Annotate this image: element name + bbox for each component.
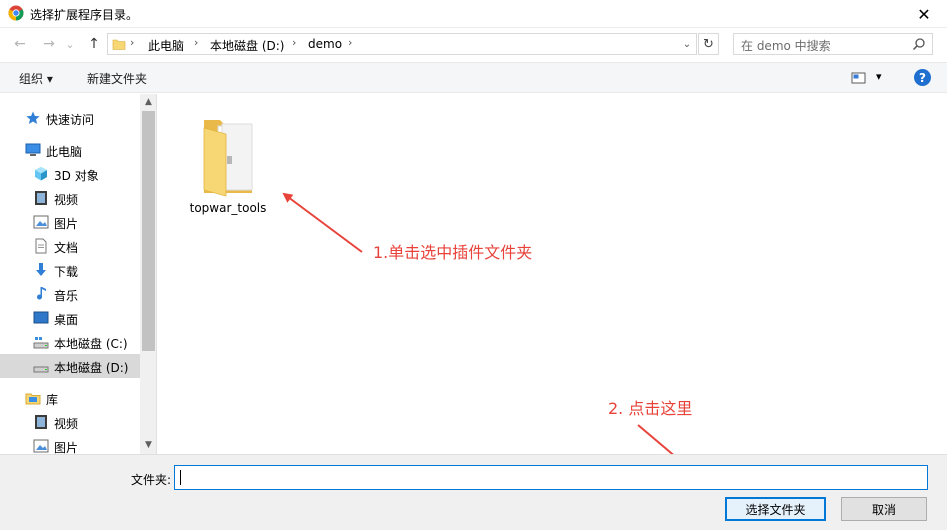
sidebar-item-label: 本地磁盘 (D:) [54, 361, 129, 375]
breadcrumb-drive-d[interactable]: 本地磁盘 (D:) [210, 37, 284, 54]
refresh-button[interactable]: ↻ [698, 33, 719, 55]
sidebar-item[interactable]: 文档 [0, 234, 140, 258]
forward-button[interactable]: → [40, 36, 58, 52]
download-icon [36, 263, 46, 276]
sidebar-item-label: 库 [46, 393, 59, 407]
sidebar-item[interactable]: 桌面 [0, 306, 140, 330]
sidebar-item[interactable]: 音乐 [0, 282, 140, 306]
sidebar-item-label: 图片 [54, 441, 79, 454]
picture-icon [33, 215, 49, 229]
sidebar-item[interactable]: 视频 [0, 186, 140, 210]
organize-menu[interactable]: 组织 ▾ [19, 70, 53, 87]
breadcrumb-separator: › [348, 36, 353, 49]
sidebar-item[interactable]: 本地磁盘 (C:) [0, 330, 140, 354]
star-icon [26, 111, 40, 124]
address-bar[interactable]: › 此电脑 › 本地磁盘 (D:) › demo › ⌄ [107, 33, 697, 55]
scroll-up-button[interactable]: ▲ [140, 94, 156, 110]
sidebar-item[interactable]: 图片 [0, 210, 140, 234]
help-button[interactable]: ? [914, 69, 931, 86]
sidebar-item[interactable]: 图片 [0, 434, 140, 454]
annotation-step-1: 1.单击选中插件文件夹 [373, 243, 533, 262]
address-row: ← → ⌄ ↑ › 此电脑 › 本地磁盘 (D:) › demo › ⌄ ↻ 在… [0, 29, 947, 59]
sidebar-item-label: 本地磁盘 (C:) [54, 337, 128, 351]
cancel-button[interactable]: 取消 [841, 497, 927, 521]
back-button[interactable]: ← [11, 36, 29, 52]
folder-icon [203, 120, 253, 197]
folder-icon [112, 39, 126, 50]
nav-scrollbar[interactable]: ▲ ▼ [140, 94, 156, 454]
sidebar-item-label: 3D 对象 [54, 169, 99, 183]
sidebar-item-label: 桌面 [54, 313, 79, 327]
sidebar-item[interactable]: 此电脑 [0, 138, 140, 162]
sidebar-item[interactable]: 快速访问 [0, 106, 140, 130]
title-bar: 选择扩展程序目录。 ✕ [0, 0, 947, 28]
sidebar-item-label: 此电脑 [46, 145, 83, 159]
address-dropdown-button[interactable]: ⌄ [680, 36, 694, 52]
dialog-footer: 文件夹: 选择文件夹 取消 [0, 454, 947, 530]
document-icon [35, 238, 47, 254]
sidebar-item-label: 视频 [54, 193, 79, 207]
film-icon [35, 415, 47, 429]
search-box[interactable]: 在 demo 中搜索 [733, 33, 933, 55]
sidebar-item[interactable]: 3D 对象 [0, 162, 140, 186]
close-button[interactable]: ✕ [901, 0, 947, 28]
window-title: 选择扩展程序目录。 [30, 8, 139, 22]
sidebar-item-label: 下载 [54, 265, 79, 279]
sidebar-item[interactable]: 本地磁盘 (D:) [0, 354, 140, 378]
text-caret [180, 470, 181, 485]
sidebar-item[interactable]: 下载 [0, 258, 140, 282]
music-icon [37, 287, 46, 300]
computer-icon [25, 143, 41, 156]
view-menu-arrow: ▾ [876, 70, 882, 83]
sidebar-item[interactable]: 库 [0, 386, 140, 410]
search-icon [912, 38, 925, 51]
breadcrumb-separator: › [130, 36, 135, 49]
drive-c-icon [33, 337, 49, 349]
folder-name-input[interactable] [174, 465, 928, 490]
breadcrumb-separator: › [194, 36, 199, 49]
view-icon [851, 72, 866, 84]
breadcrumb-demo[interactable]: demo [308, 37, 342, 51]
film-icon [35, 191, 47, 205]
sidebar-item-label: 快速访问 [46, 113, 95, 127]
sidebar-item-label: 图片 [54, 217, 79, 231]
command-bar: 组织 ▾ 新建文件夹 ▾ ? [0, 62, 947, 93]
chrome-icon [8, 5, 24, 21]
picture-icon [33, 439, 49, 453]
annotation-step-2: 2. 点击这里 [608, 399, 693, 418]
search-placeholder: 在 demo 中搜索 [741, 39, 831, 53]
library-icon [25, 393, 41, 405]
breadcrumb-separator: › [292, 36, 297, 49]
select-folder-button[interactable]: 选择文件夹 [725, 497, 826, 521]
scroll-down-button[interactable]: ▼ [140, 437, 156, 453]
up-button[interactable]: ↑ [85, 36, 103, 52]
folder-item-topwar-tools[interactable]: topwar_tools [186, 106, 270, 216]
drive-d-icon [33, 366, 49, 373]
folder-field-label: 文件夹: [131, 473, 172, 487]
sidebar-item-label: 文档 [54, 241, 79, 255]
sidebar-item-label: 视频 [54, 417, 79, 431]
sidebar-item-label: 音乐 [54, 289, 79, 303]
sidebar-item[interactable]: 视频 [0, 410, 140, 434]
recent-locations-button[interactable]: ⌄ [64, 36, 76, 52]
new-folder-button[interactable]: 新建文件夹 [87, 70, 147, 87]
desktop-icon [33, 311, 49, 324]
folder-name: topwar_tools [189, 201, 267, 215]
breadcrumb-this-pc[interactable]: 此电脑 [148, 37, 184, 54]
file-list: topwar_tools [158, 94, 947, 454]
cube-icon [35, 167, 47, 181]
view-options-button[interactable]: ▾ [851, 70, 891, 86]
navigation-pane: 快速访问 此电脑 3D 对象 视频 图片 文档 下载 音乐 桌面 本地磁盘 (C:) 本地磁盘 (D… [0, 94, 157, 454]
scroll-thumb[interactable] [142, 111, 155, 351]
